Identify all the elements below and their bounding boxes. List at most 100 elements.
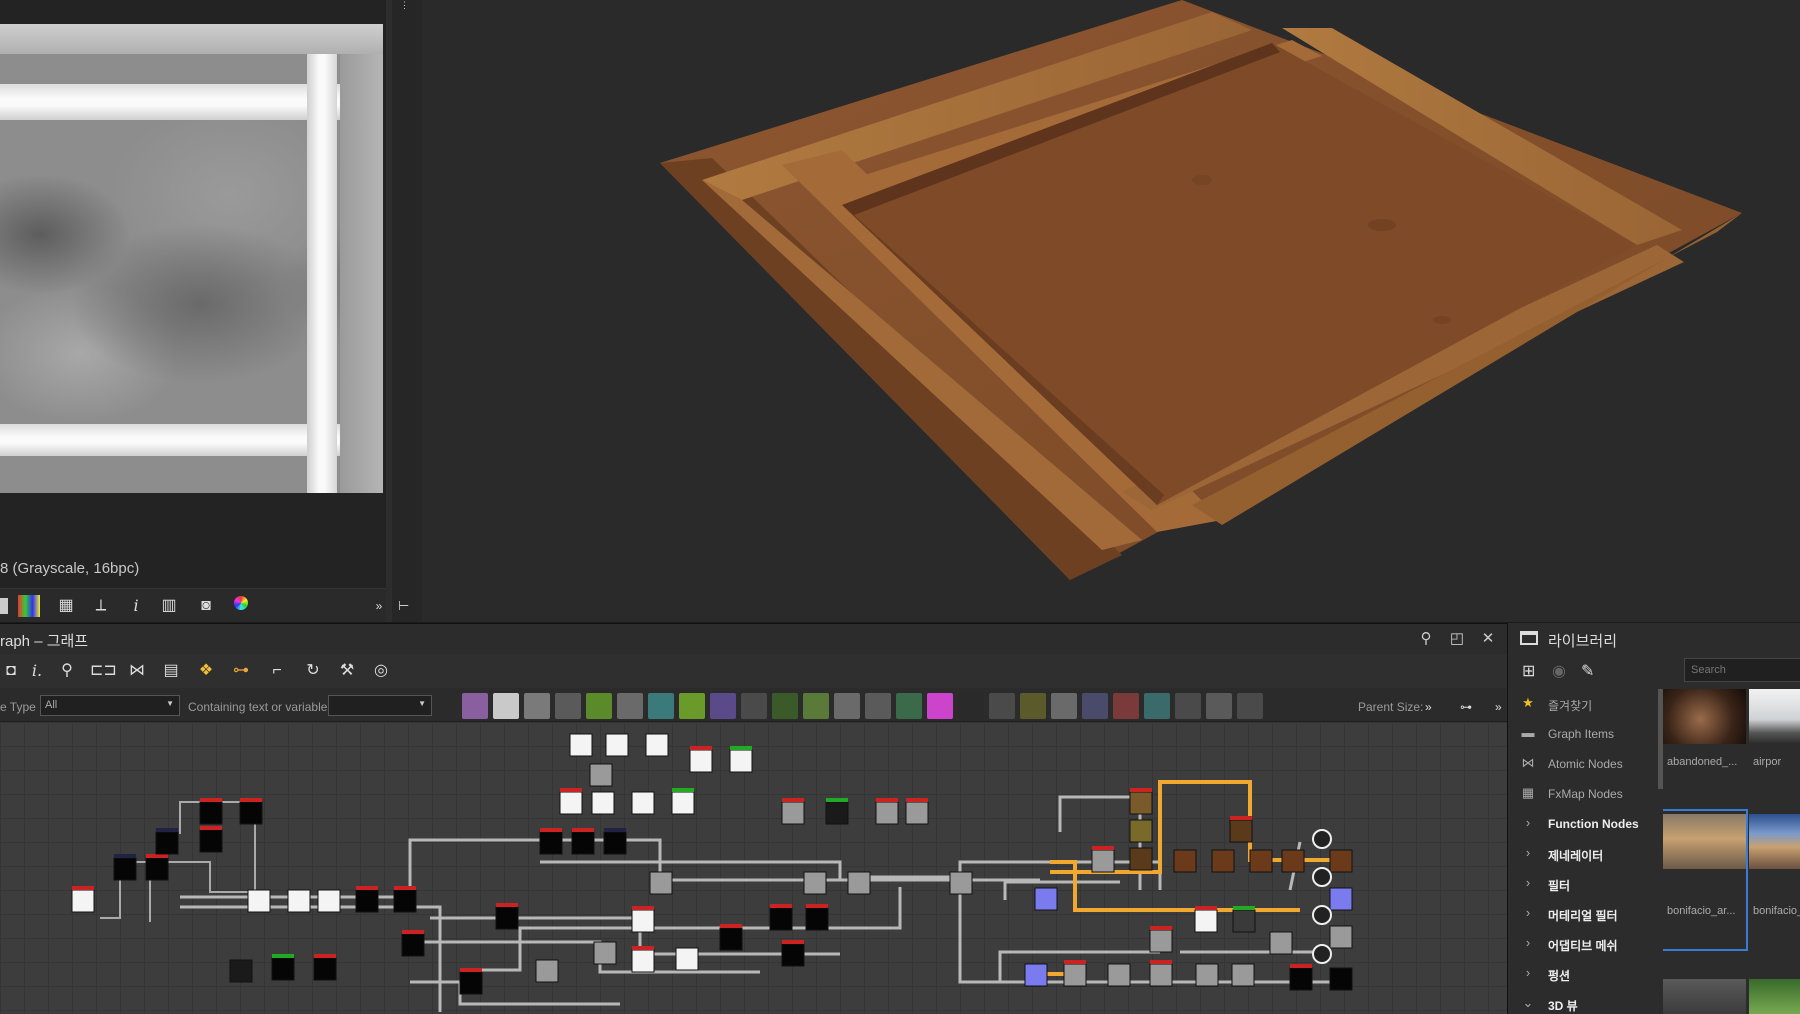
graph-node[interactable] [271, 954, 295, 981]
node-palette-button[interactable] [865, 693, 891, 719]
node-palette-button[interactable] [1144, 693, 1170, 719]
output-node-icon[interactable] [1312, 867, 1332, 887]
graph-node[interactable] [229, 959, 253, 983]
edit-icon[interactable]: ✎ [1581, 661, 1594, 681]
graph-node[interactable] [781, 940, 805, 967]
node-palette-button[interactable] [648, 693, 674, 719]
output-node-icon[interactable] [1312, 829, 1332, 849]
plugin-icon[interactable]: ◉ [1552, 661, 1566, 681]
python-icon[interactable]: ❖ [195, 660, 217, 682]
grid-icon[interactable]: ▦ [55, 595, 77, 617]
graph-node[interactable] [769, 904, 793, 931]
graph-node[interactable] [603, 828, 627, 855]
tools-icon[interactable]: ⚒ [336, 660, 358, 682]
node-palette-button[interactable] [1051, 693, 1077, 719]
graph-node[interactable] [1229, 816, 1253, 843]
overflow-icon[interactable]: » [1495, 700, 1502, 714]
graph-node[interactable] [287, 889, 311, 913]
graph-node[interactable] [805, 904, 829, 931]
node-palette-button[interactable] [679, 693, 705, 719]
graph-node[interactable] [589, 763, 613, 787]
node-palette-button[interactable] [555, 693, 581, 719]
graph-node[interactable] [1211, 849, 1235, 873]
graph-node[interactable] [1063, 960, 1087, 987]
camera-icon[interactable]: ◘ [0, 660, 22, 682]
node-palette-button[interactable] [524, 693, 550, 719]
graph-node[interactable] [1149, 960, 1173, 987]
graph-node[interactable] [495, 903, 519, 930]
graph-node[interactable] [239, 798, 263, 825]
graph-node[interactable] [1329, 887, 1353, 911]
graph-node[interactable] [729, 746, 753, 773]
preview-icon[interactable]: ◎ [370, 660, 392, 682]
graph-node[interactable] [719, 924, 743, 951]
library-item[interactable]: › 제네레이터 [1508, 839, 1658, 867]
node-palette-button[interactable] [989, 693, 1015, 719]
node-palette-button[interactable] [1175, 693, 1201, 719]
graph-node[interactable] [689, 746, 713, 773]
graph-node[interactable] [1107, 963, 1131, 987]
graph-node[interactable] [1329, 925, 1353, 949]
graph-node[interactable] [199, 826, 223, 853]
node-link[interactable] [420, 940, 760, 974]
thumbnail-item[interactable] [1663, 979, 1746, 1014]
node-palette-button[interactable] [493, 693, 519, 719]
node-link[interactable] [860, 860, 1162, 890]
float-icon[interactable]: ◰ [1447, 629, 1467, 649]
node-palette-button[interactable] [958, 693, 984, 719]
library-item[interactable]: › 필터 [1508, 869, 1658, 897]
node-link[interactable] [1058, 795, 1142, 890]
graph-node[interactable] [591, 791, 615, 815]
close-icon[interactable]: ✕ [1478, 629, 1498, 649]
thumbnail-item[interactable] [1749, 979, 1800, 1014]
node-palette-button[interactable] [927, 693, 953, 719]
graph-node[interactable] [781, 798, 805, 825]
filter-type-select[interactable]: All ▼ [40, 695, 180, 716]
node-palette-button[interactable] [741, 693, 767, 719]
layout-icon[interactable]: ▤ [160, 660, 182, 682]
node-palette-button[interactable] [896, 693, 922, 719]
node-palette-button[interactable] [772, 693, 798, 719]
display-icon[interactable]: ◙ [195, 595, 217, 617]
graph-node[interactable] [393, 886, 417, 913]
node-palette-button[interactable] [586, 693, 612, 719]
graph-node[interactable] [1091, 846, 1115, 873]
graph-node[interactable] [593, 941, 617, 965]
frame-icon[interactable]: ⊏⊐ [90, 660, 117, 682]
graph-node[interactable] [317, 889, 341, 913]
graph-node[interactable] [631, 791, 655, 815]
library-item[interactable]: ▦ FxMap Nodes [1508, 779, 1658, 807]
graph-node[interactable] [803, 871, 827, 895]
graph-node[interactable] [1329, 849, 1353, 873]
library-item[interactable]: ▬ Graph Items [1508, 719, 1658, 747]
graph-node[interactable] [313, 954, 337, 981]
node-link[interactable] [408, 838, 1040, 897]
view-3d-panel[interactable] [422, 0, 1800, 622]
graph-node[interactable] [569, 733, 593, 757]
share-icon[interactable]: ⋈ [126, 660, 148, 682]
graph-node[interactable] [605, 733, 629, 757]
thumbnail-item[interactable]: bonifacio_ [1749, 811, 1800, 917]
menu-dots-icon[interactable]: ⋮ [400, 0, 409, 10]
graph-node[interactable] [247, 889, 271, 913]
graph-node[interactable] [145, 854, 169, 881]
tiling-icon[interactable]: ⟂ [90, 595, 112, 617]
node-palette-button[interactable] [803, 693, 829, 719]
node-palette-button[interactable] [1082, 693, 1108, 719]
node-palette-button[interactable] [1113, 693, 1139, 719]
histogram-icon[interactable]: ▥ [158, 595, 180, 617]
graph-node[interactable] [1129, 847, 1153, 871]
texture-preview[interactable] [0, 24, 383, 493]
graph-node[interactable] [155, 828, 179, 855]
graph-node[interactable] [459, 968, 483, 995]
graph-node[interactable] [1289, 964, 1313, 991]
node-palette-button[interactable] [1237, 693, 1263, 719]
graph-node[interactable] [401, 930, 425, 957]
parent-size-toggle[interactable]: » [1425, 700, 1432, 714]
graph-node[interactable] [559, 788, 583, 815]
thumbnail-item[interactable]: bonifacio_ar... [1663, 809, 1748, 951]
pin-icon[interactable]: ⚲ [1416, 629, 1436, 649]
graph-node[interactable] [825, 798, 849, 825]
output-node-icon[interactable] [1312, 944, 1332, 964]
library-item[interactable]: › 어댑티브 메쉬 [1508, 929, 1658, 957]
